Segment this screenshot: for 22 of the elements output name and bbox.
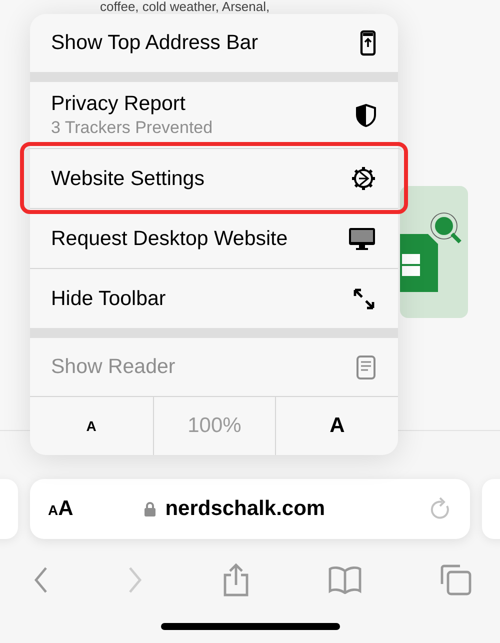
forward-icon[interactable]: [127, 566, 144, 594]
menu-item[interactable]: Request Desktop Website: [30, 208, 398, 268]
decrease-text-size-button[interactable]: A: [30, 397, 153, 455]
url-text: nerdschalk.com: [165, 497, 326, 521]
address-bar[interactable]: AA nerdschalk.com: [30, 479, 470, 539]
back-icon[interactable]: [33, 566, 49, 594]
book-icon[interactable]: [328, 566, 362, 594]
menu-item[interactable]: Website Settings: [26, 148, 402, 208]
share-icon[interactable]: [222, 563, 250, 597]
menu-item[interactable]: Privacy Report 3 Trackers Prevented: [30, 82, 398, 148]
menu-item[interactable]: Show Top Address Bar: [30, 14, 398, 72]
article-text: coffee, cold weather, Arsenal,: [99, 0, 271, 14]
reload-icon[interactable]: [430, 497, 452, 521]
tabs-icon[interactable]: [440, 564, 472, 596]
page-format-button[interactable]: AA: [48, 497, 74, 521]
gear-icon: [351, 166, 376, 191]
expand-icon: [352, 286, 376, 310]
lock-icon: [144, 501, 156, 517]
document-icon: [356, 354, 376, 380]
shield-icon: [356, 104, 376, 126]
menu-item-subtitle: 3 Trackers Prevented: [51, 118, 213, 138]
desktop-icon: [348, 226, 376, 250]
